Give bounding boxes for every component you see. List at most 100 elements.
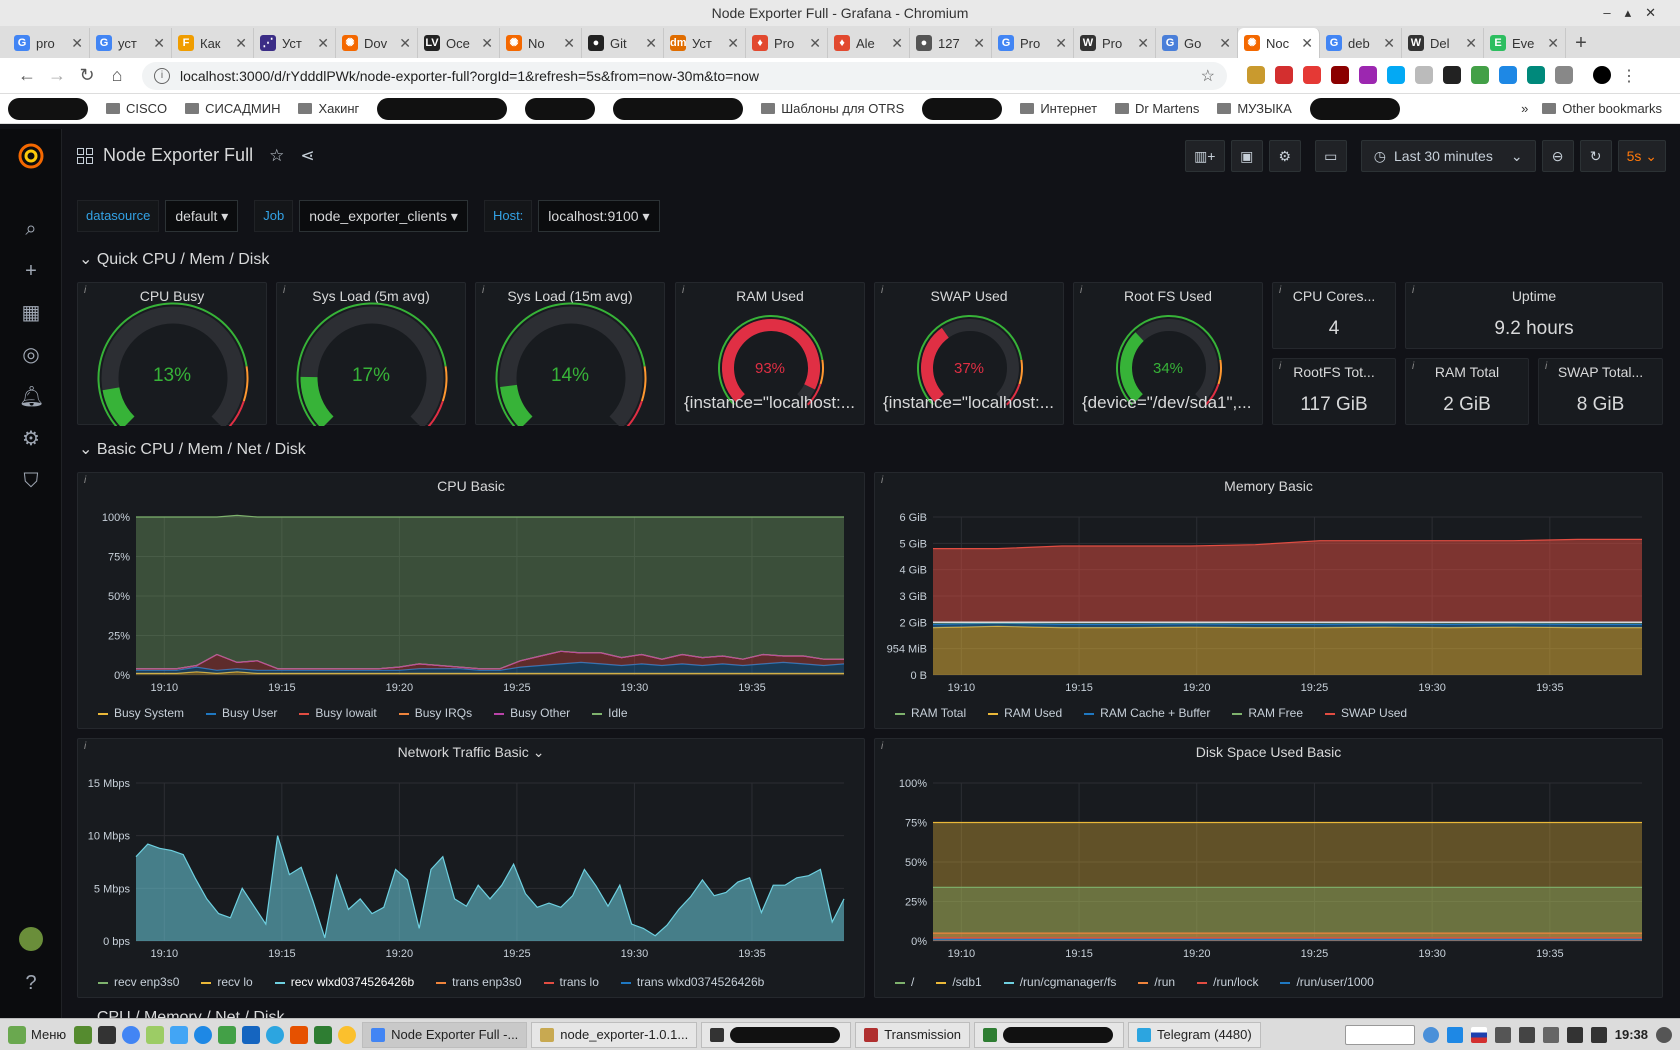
close-tab-icon[interactable]: ✕ xyxy=(153,35,165,52)
stat-panel-uptime[interactable]: i Uptime 9.2 hours xyxy=(1405,282,1663,349)
taskbar-window-button[interactable]: Node Exporter Full -... xyxy=(362,1021,528,1048)
home-icon[interactable]: ⌂ xyxy=(102,65,132,86)
workspace-switcher[interactable] xyxy=(1344,1024,1415,1045)
gauge-panel[interactable]: i RAM Used 93% {instance="localhost:... xyxy=(675,282,865,425)
keyboard-layout-icon[interactable] xyxy=(1470,1026,1487,1043)
browser-tab[interactable]: Gуст ✕ xyxy=(90,28,172,58)
browser-tab[interactable]: ✺ No ✕ xyxy=(500,28,582,58)
dashboard-grid-icon[interactable] xyxy=(77,147,93,164)
redacted-bookmark[interactable] xyxy=(613,97,744,120)
close-tab-icon[interactable]: ✕ xyxy=(563,35,575,52)
row-header-basic[interactable]: ⌄ Basic CPU / Mem / Net / Disk xyxy=(79,439,306,459)
legend-item[interactable]: Busy Iowait xyxy=(299,706,377,720)
explore-icon[interactable]: ◎ xyxy=(19,343,43,367)
add-panel-button[interactable]: ▥+ xyxy=(1184,140,1225,172)
extension-icon[interactable] xyxy=(1387,65,1405,84)
star-icon[interactable]: ☆ xyxy=(269,146,284,166)
alerting-icon[interactable]: 🔔︎ xyxy=(19,385,44,409)
redacted-bookmark[interactable] xyxy=(1309,97,1400,120)
gauge-panel[interactable]: i Root FS Used 34% {device="/dev/sda1",... xyxy=(1073,282,1263,425)
legend-item[interactable]: trans wlxd0374526426b xyxy=(620,975,764,989)
app-icon[interactable] xyxy=(290,1025,309,1044)
server-admin-shield-icon[interactable]: ⛉ xyxy=(19,469,43,493)
files-icon[interactable] xyxy=(146,1025,165,1044)
power-icon[interactable] xyxy=(1656,1026,1672,1043)
graph-panel-disk-space[interactable]: i Disk Space Used Basic 0% 25% 50% 75% 100% 19:… xyxy=(874,738,1663,998)
app-icon[interactable] xyxy=(218,1025,237,1044)
legend-item[interactable]: /run/cgmanager/fs xyxy=(1003,975,1116,989)
close-tab-icon[interactable]: ✕ xyxy=(317,35,329,52)
reload-icon[interactable]: ↻ xyxy=(72,65,102,86)
taskbar-window-button[interactable] xyxy=(974,1021,1125,1048)
zoom-out-button[interactable]: ⊖ xyxy=(1541,140,1574,172)
browser-tab[interactable]: F Как ✕ xyxy=(172,28,254,58)
browser-tab[interactable]: W Pro ✕ xyxy=(1074,28,1156,58)
dashboard-settings-button[interactable]: ⚙ xyxy=(1268,140,1301,172)
close-tab-icon[interactable]: ✕ xyxy=(481,35,493,52)
stat-panel-cpu-cores[interactable]: i CPU Cores... 4 xyxy=(1272,282,1396,349)
extension-icon[interactable] xyxy=(1471,65,1489,84)
terminal-icon[interactable] xyxy=(98,1025,117,1044)
graph-panel-memory-basic[interactable]: i Memory Basic 0 B 954 MiB 2 GiB 3 GiB 4 GiB 5 … xyxy=(874,472,1663,729)
close-tab-icon[interactable]: ✕ xyxy=(973,35,985,52)
updates-icon[interactable] xyxy=(1542,1026,1559,1043)
graph-panel-network-traffic[interactable]: i Network Traffic Basic ⌄ 0 bps 5 Mbps 10 Mb… xyxy=(77,738,865,998)
redacted-bookmark[interactable] xyxy=(377,97,508,120)
legend-item[interactable]: Busy Other xyxy=(494,706,570,720)
omnibox[interactable]: i localhost:3000/d/rYdddlPWk/node-export… xyxy=(142,61,1227,90)
close-tab-icon[interactable]: ✕ xyxy=(1547,35,1559,52)
volume-icon[interactable] xyxy=(1590,1026,1607,1043)
extension-icon[interactable] xyxy=(1359,65,1377,84)
bookmark-folder[interactable]: Хакинг xyxy=(298,101,359,116)
legend-item[interactable]: /run xyxy=(1138,975,1175,989)
extension-icon[interactable] xyxy=(1415,65,1433,84)
profile-avatar[interactable] xyxy=(1593,65,1611,84)
browser-tab[interactable]: Gpro ✕ xyxy=(8,28,90,58)
var-select-job[interactable]: node_exporter_clients ▾ xyxy=(299,200,468,232)
browser-tab[interactable]: G Go ✕ xyxy=(1156,28,1238,58)
app-icon[interactable] xyxy=(338,1025,357,1044)
taskbar-window-button[interactable] xyxy=(701,1021,852,1048)
stat-panel-rootfs-total[interactable]: i RootFS Tot... 117 GiB xyxy=(1272,358,1396,425)
bookmark-folder[interactable]: МУЗЫКА xyxy=(1217,101,1292,116)
browser-tab[interactable]: E Eve ✕ xyxy=(1484,28,1566,58)
redacted-bookmark[interactable] xyxy=(922,97,1003,120)
bookmark-folder[interactable]: СИСАДМИН xyxy=(185,101,280,116)
close-tab-icon[interactable]: ✕ xyxy=(235,35,247,52)
bookmark-folder[interactable]: CISCO xyxy=(106,101,167,116)
close-tab-icon[interactable]: ✕ xyxy=(399,35,411,52)
legend-item[interactable]: recv wlxd0374526426b xyxy=(274,975,414,989)
close-tab-icon[interactable]: ✕ xyxy=(1301,35,1313,52)
redacted-bookmark[interactable] xyxy=(525,97,596,120)
var-select-datasource[interactable]: default ▾ xyxy=(165,200,239,232)
shield-icon[interactable] xyxy=(1446,1026,1463,1043)
taskbar-window-button[interactable]: Transmission xyxy=(855,1021,971,1048)
info-icon[interactable]: i xyxy=(154,67,170,84)
app-icon[interactable] xyxy=(314,1025,333,1044)
close-tab-icon[interactable]: ✕ xyxy=(809,35,821,52)
legend-item[interactable]: recv lo xyxy=(201,975,253,989)
extension-icon[interactable] xyxy=(1499,65,1517,84)
app-icon[interactable] xyxy=(242,1025,261,1044)
browser-tab[interactable]: ♦ Pro ✕ xyxy=(746,28,828,58)
legend-item[interactable]: Busy System xyxy=(98,706,184,720)
legend-item[interactable]: /run/user/1000 xyxy=(1280,975,1374,989)
refresh-button[interactable]: ↻ xyxy=(1579,140,1612,172)
show-desktop-icon[interactable] xyxy=(74,1025,93,1044)
legend-item[interactable]: trans enp3s0 xyxy=(436,975,522,989)
bookmark-folder[interactable]: Шаблоны для OTRS xyxy=(761,101,904,116)
extension-icon[interactable] xyxy=(1303,65,1321,84)
app-icon[interactable] xyxy=(194,1025,213,1044)
clock[interactable]: 19:38 xyxy=(1615,1027,1648,1042)
browser-menu-icon[interactable]: ⋮ xyxy=(1621,66,1637,86)
close-tab-icon[interactable]: ✕ xyxy=(645,35,657,52)
browser-tab[interactable]: ♦ Ale ✕ xyxy=(828,28,910,58)
stat-panel-ram-total[interactable]: i RAM Total 2 GiB xyxy=(1405,358,1529,425)
bookmark-star-icon[interactable]: ☆ xyxy=(1201,66,1215,86)
start-menu-button[interactable]: Меню xyxy=(0,1025,74,1044)
close-tab-icon[interactable]: ✕ xyxy=(1465,35,1477,52)
var-select-host[interactable]: localhost:9100 ▾ xyxy=(538,200,660,232)
ublock-icon[interactable] xyxy=(1331,65,1349,84)
gauge-panel[interactable]: i SWAP Used 37% {instance="localhost:... xyxy=(874,282,1064,425)
back-icon[interactable]: ← xyxy=(12,65,42,86)
